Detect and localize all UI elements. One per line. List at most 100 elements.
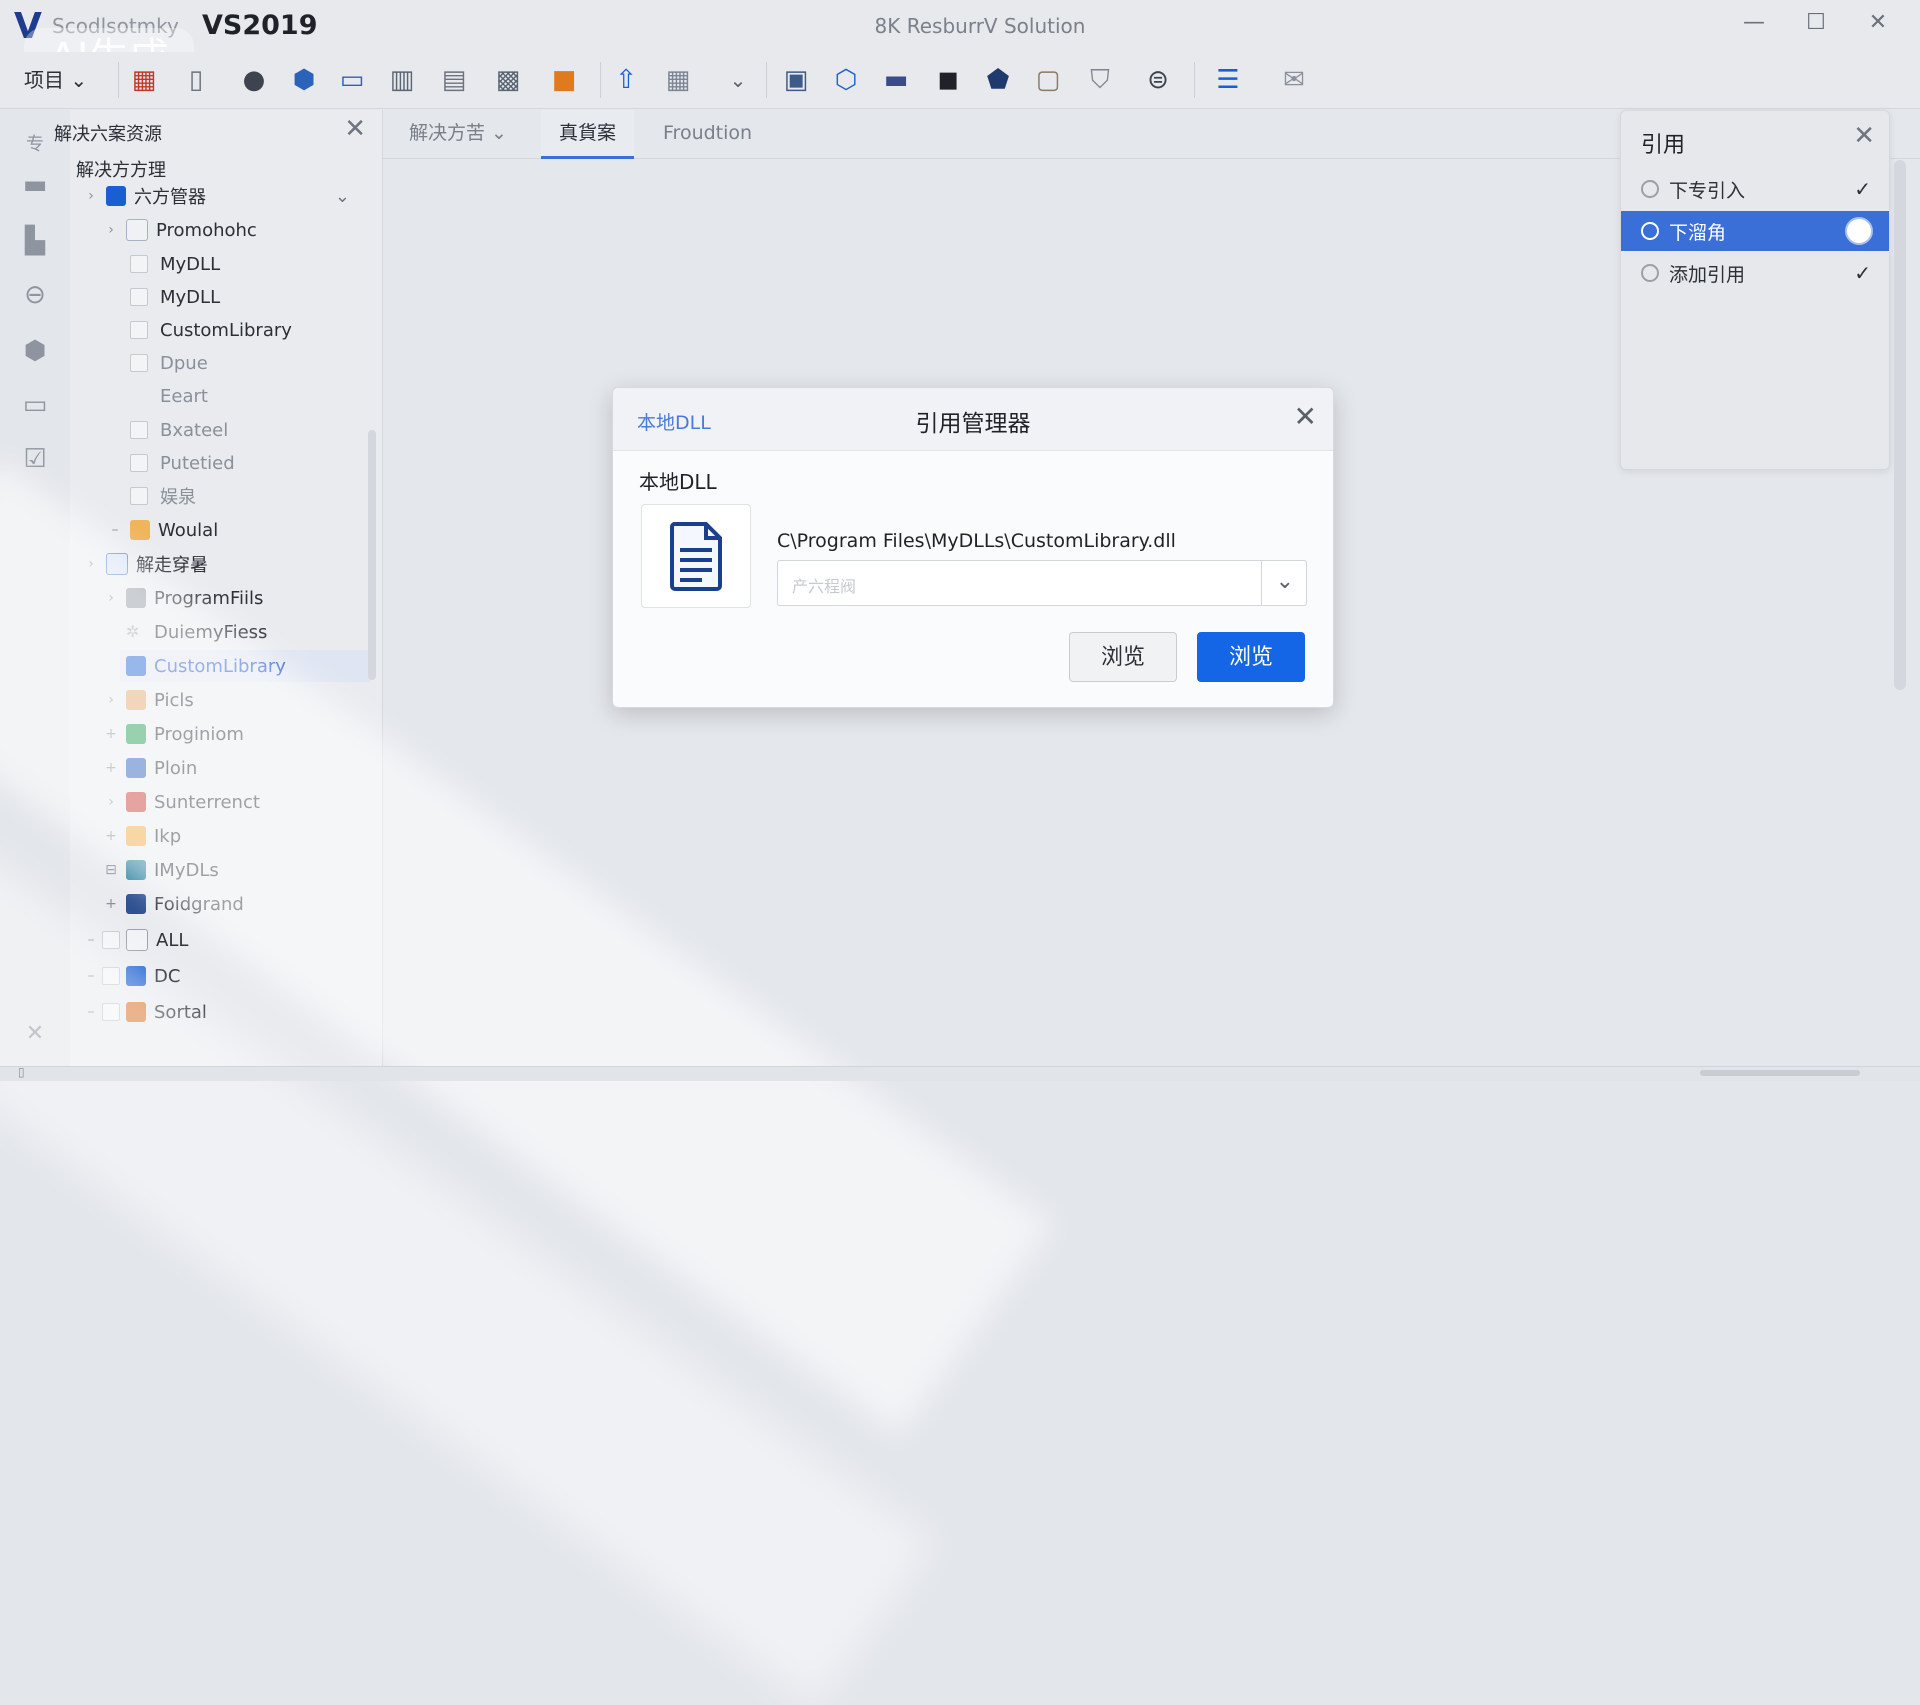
package-icon[interactable]: ⬡ — [828, 62, 864, 98]
tree-item[interactable]: – ALL — [82, 924, 372, 956]
tree-item[interactable]: Dpue — [126, 347, 416, 379]
tree-item[interactable]: › Sunterrenct — [102, 786, 392, 818]
checkbox[interactable] — [130, 288, 148, 306]
folder-icon[interactable]: ▬ — [16, 166, 54, 204]
terminal-icon[interactable]: ▬ — [878, 62, 914, 98]
book-icon[interactable]: ▥ — [384, 62, 420, 98]
reference-option[interactable]: 下专引入 ✓ — [1621, 169, 1889, 209]
radio-button[interactable] — [1641, 264, 1659, 282]
list-icon[interactable]: ☰ — [1210, 62, 1246, 98]
checkbox[interactable] — [102, 931, 120, 949]
monitor-icon[interactable]: ▭ — [16, 386, 54, 424]
shield-icon[interactable]: ⛉ — [1082, 62, 1118, 98]
checkbox[interactable] — [130, 454, 148, 472]
document-icon — [670, 522, 722, 591]
reference-option-selected[interactable]: 下溜角 — [1621, 211, 1889, 251]
hexagon-icon[interactable]: ⬢ — [16, 332, 54, 370]
tree-item[interactable]: Eeart — [126, 380, 416, 412]
document-icon[interactable]: ▤ — [436, 62, 472, 98]
tree-item[interactable]: › 六方管器 ⌄ — [82, 180, 372, 212]
upload-icon[interactable]: ⇧ — [608, 62, 644, 98]
tree-item[interactable]: – Woulal — [106, 514, 396, 546]
explorer-title: 解决六案资源 — [54, 124, 162, 145]
mail-open-icon[interactable]: ✉ — [1276, 62, 1312, 98]
close-window-button[interactable]: ✕ — [1858, 10, 1898, 35]
tree-item[interactable]: CustomLibrary — [126, 314, 416, 346]
chevron-down-icon[interactable]: ⌄ — [1276, 569, 1294, 594]
chart-icon[interactable]: ▦ — [126, 62, 162, 98]
tree-item-selected[interactable]: CustomLibrary — [120, 650, 370, 682]
activity-bar: 专 ▬ ▙ ⊖ ⬢ ▭ ☑ ✕ — [0, 110, 70, 1066]
reference-option[interactable]: 添加引用 ✓ — [1621, 253, 1889, 293]
cube-icon[interactable]: ⬢ — [286, 62, 322, 98]
tree-item[interactable]: ✲ DuiemyFiess — [120, 616, 410, 648]
tree-item[interactable]: + Ploin — [102, 752, 392, 784]
tree-item[interactable]: – Sortal — [82, 996, 372, 1028]
checkbox[interactable] — [130, 387, 148, 405]
board-icon[interactable]: ▣ — [778, 62, 814, 98]
window-title: 8K ResburrV Solution — [874, 14, 1086, 38]
tree-item[interactable]: › 解走穿暑 — [82, 548, 372, 580]
vertical-scrollbar[interactable] — [1894, 160, 1906, 690]
user-icon[interactable]: ● — [236, 62, 272, 98]
device-icon[interactable]: ▯ — [178, 62, 214, 98]
mail-icon[interactable]: ⬟ — [980, 62, 1016, 98]
checkbox[interactable] — [130, 255, 148, 273]
monitor-icon[interactable]: ▭ — [334, 62, 370, 98]
archive-icon[interactable]: ▢ — [1030, 62, 1066, 98]
chevron-down-icon[interactable]: ⌄ — [335, 186, 350, 207]
toggle-knob[interactable] — [1845, 217, 1873, 245]
tree-item[interactable]: › ProgramFiils — [102, 582, 392, 614]
tab-solution[interactable]: 解决方苦 ⌄ — [391, 110, 525, 156]
checkbox[interactable] — [130, 487, 148, 505]
tab-active[interactable]: 真貨案 — [541, 110, 635, 159]
gear-icon — [126, 588, 146, 608]
tree-item[interactable]: › Promohohc — [102, 214, 392, 246]
radio-button[interactable] — [1641, 222, 1659, 240]
minimize-button[interactable]: — — [1734, 10, 1774, 35]
toolbar-separator — [766, 62, 767, 98]
checked-box-icon — [106, 186, 126, 206]
checkbox[interactable] — [130, 354, 148, 372]
project-menu[interactable]: 项目 ⌄ — [24, 64, 87, 93]
tab-function[interactable]: Froudtion — [645, 110, 770, 156]
tree-item[interactable]: MyDLL — [126, 281, 416, 313]
reference-panel-close-button[interactable]: ✕ — [1853, 121, 1875, 151]
browse-button-secondary[interactable]: 浏览 — [1069, 632, 1177, 682]
explorer-header: 解决六案资源 ✕ — [54, 110, 382, 150]
horizontal-scrollbar[interactable] — [1700, 1070, 1860, 1076]
maximize-button[interactable]: ☐ — [1796, 10, 1836, 35]
data-icon[interactable]: ◼ — [930, 62, 966, 98]
checkbox[interactable] — [102, 967, 120, 985]
database-icon[interactable]: ⊖ — [16, 276, 54, 314]
check-box-icon[interactable]: ☑ — [16, 440, 54, 478]
explorer-close-button[interactable]: ✕ — [344, 114, 366, 144]
tree-item[interactable]: + Proginiom — [102, 718, 392, 750]
tree-item[interactable]: › Picls — [102, 684, 392, 716]
settings-icon[interactable]: ⊜ — [1140, 62, 1176, 98]
radio-button[interactable] — [1641, 180, 1659, 198]
grid-icon[interactable]: ▩ — [490, 62, 526, 98]
dialog-close-button[interactable]: ✕ — [1294, 400, 1317, 433]
file-icon — [126, 758, 146, 778]
toolbar-separator — [600, 62, 601, 98]
tree-item[interactable]: MyDLL — [126, 248, 416, 280]
browse-button-primary[interactable]: 浏览 — [1197, 632, 1305, 682]
checkbox[interactable] — [130, 421, 148, 439]
dll-icon — [126, 860, 146, 880]
checkbox[interactable] — [102, 1003, 120, 1021]
explorer-scrollbar[interactable] — [368, 430, 376, 680]
tools-icon[interactable]: ✕ — [16, 1014, 54, 1052]
layout-icon[interactable]: ▦ — [660, 62, 696, 98]
building-icon[interactable]: ▙ — [16, 222, 54, 260]
checkbox[interactable] — [130, 321, 148, 339]
chevron-down-icon[interactable]: ⌄ — [720, 62, 756, 98]
tree-item[interactable]: + Foidgrand — [102, 888, 392, 920]
tree-item[interactable]: ⊟ IMyDLs — [102, 854, 392, 886]
tree-item[interactable]: – DC — [82, 960, 372, 992]
path-combo-box[interactable]: 产六程阀 ⌄ — [777, 560, 1307, 606]
pin-icon[interactable]: 专 — [16, 124, 54, 162]
tree-item[interactable]: + Ikp — [102, 820, 392, 852]
dialog-header: 本地DLL 引用管理器 ✕ — [613, 388, 1333, 451]
puzzle-icon[interactable]: ■ — [546, 62, 582, 98]
